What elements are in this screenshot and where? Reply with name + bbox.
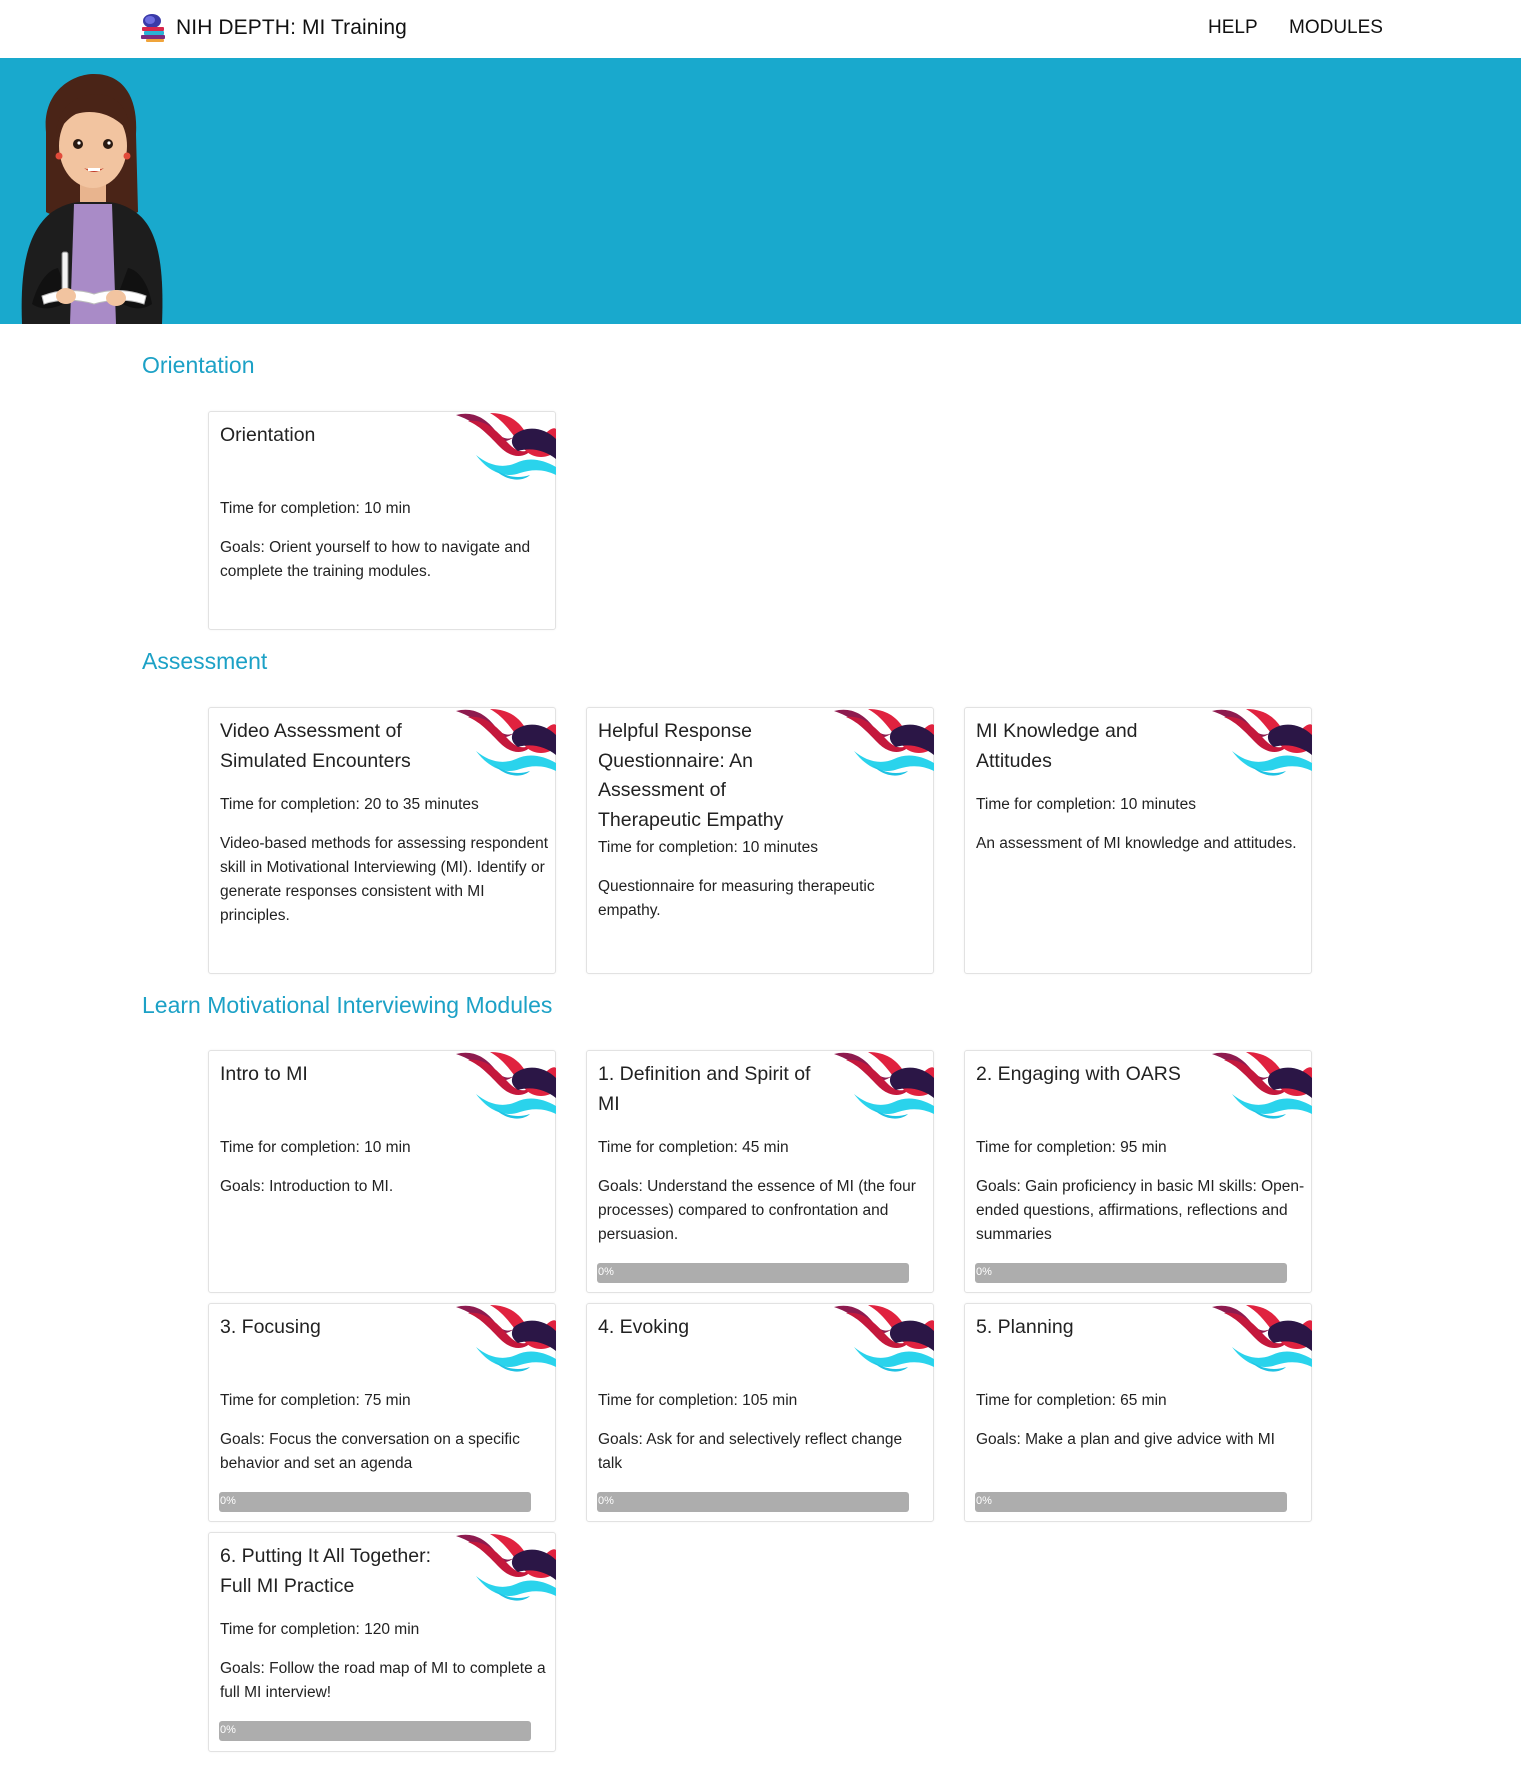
card-title: 2. Engaging with OARS — [976, 1063, 1181, 1085]
module-card-definition-spirit[interactable]: 1. Definition and Spirit of MI Time for … — [586, 1050, 934, 1293]
card-time: Time for completion: 10 minutes — [976, 796, 1196, 813]
card-time: Time for completion: 75 min — [220, 1392, 411, 1409]
brand-link[interactable]: NIH DEPTH: MI Training — [138, 12, 407, 44]
card-goals: Goals: Ask for and selectively reflect c… — [598, 1431, 903, 1472]
module-wave-icon — [1210, 1050, 1312, 1120]
top-navbar: NIH DEPTH: MI Training HELP MODULES — [0, 0, 1521, 58]
module-wave-icon — [832, 1050, 934, 1120]
instructor-avatar — [21, 74, 163, 324]
card-goals: Questionnaire for measuring therapeutic … — [598, 878, 875, 919]
module-card-video-assessment[interactable]: Video Assessment of Simulated Encounters… — [208, 707, 556, 974]
section-title-orientation: Orientation — [142, 352, 255, 378]
module-wave-icon — [832, 707, 934, 777]
card-time: Time for completion: 10 min — [220, 1139, 411, 1156]
card-time: Time for completion: 65 min — [976, 1392, 1167, 1409]
card-title: 4. Evoking — [598, 1316, 690, 1338]
module-wave-icon — [454, 1303, 556, 1373]
card-goals: An assessment of MI knowledge and attitu… — [976, 835, 1297, 852]
progress-bar: 0% — [597, 1492, 909, 1512]
module-card-evoking[interactable]: 4. Evoking Time for completion: 105 min … — [586, 1303, 934, 1522]
module-wave-icon — [1210, 707, 1312, 777]
hero-banner — [0, 58, 1521, 324]
brain-books-icon — [141, 14, 165, 42]
progress-bar: 0% — [975, 1263, 1287, 1283]
card-goals: Goals: Understand the essence of MI (the… — [598, 1178, 916, 1243]
module-card-focusing[interactable]: 3. Focusing Time for completion: 75 min … — [208, 1303, 556, 1522]
card-goals: Goals: Orient yourself to how to navigat… — [220, 539, 531, 580]
progress-label: 0% — [220, 1724, 236, 1736]
progress-label: 0% — [220, 1495, 236, 1507]
module-card-orientation[interactable]: Orientation Time for completion: 10 min … — [208, 411, 556, 630]
progress-bar: 0% — [219, 1721, 531, 1741]
card-goals: Goals: Follow the road map of MI to comp… — [220, 1660, 546, 1701]
module-card-helpful-response[interactable]: Helpful Response Questionnaire: An Asses… — [586, 707, 934, 974]
section-title-learn-modules: Learn Motivational Interviewing Modules — [142, 992, 553, 1018]
section-title-assessment: Assessment — [142, 648, 268, 674]
card-goals: Goals: Make a plan and give advice with … — [976, 1431, 1275, 1448]
module-card-putting-together[interactable]: 6. Putting It All Together: Full MI Prac… — [208, 1532, 556, 1752]
progress-bar: 0% — [975, 1492, 1287, 1512]
progress-label: 0% — [598, 1266, 614, 1278]
progress-label: 0% — [598, 1495, 614, 1507]
progress-label: 0% — [976, 1495, 992, 1507]
card-time: Time for completion: 10 min — [220, 500, 411, 517]
module-wave-icon — [454, 707, 556, 777]
card-title: 3. Focusing — [220, 1316, 321, 1338]
module-wave-icon — [454, 1050, 556, 1120]
card-title: 6. Putting It All Together: Full MI Prac… — [220, 1545, 432, 1597]
card-time: Time for completion: 20 to 35 minutes — [220, 796, 479, 813]
card-title: Orientation — [220, 424, 316, 446]
card-time: Time for completion: 95 min — [976, 1139, 1167, 1156]
card-title: Helpful Response Questionnaire: An Asses… — [598, 720, 784, 831]
card-title: Video Assessment of Simulated Encounters — [220, 720, 411, 772]
brand-title: NIH DEPTH: MI Training — [176, 16, 407, 39]
module-card-engaging-oars[interactable]: 2. Engaging with OARS Time for completio… — [964, 1050, 1312, 1293]
card-goals: Video-based methods for assessing respon… — [220, 835, 549, 924]
module-card-mi-knowledge[interactable]: MI Knowledge and Attitudes Time for comp… — [964, 707, 1312, 974]
card-time: Time for completion: 105 min — [598, 1392, 798, 1409]
module-wave-icon — [454, 411, 556, 481]
card-time: Time for completion: 45 min — [598, 1139, 789, 1156]
module-wave-icon — [1210, 1303, 1312, 1373]
module-card-intro-to-mi[interactable]: Intro to MI Time for completion: 10 min … — [208, 1050, 556, 1293]
module-wave-icon — [454, 1532, 556, 1602]
progress-bar: 0% — [219, 1492, 531, 1512]
module-card-planning[interactable]: 5. Planning Time for completion: 65 min … — [964, 1303, 1312, 1522]
card-goals: Goals: Gain proficiency in basic MI skil… — [976, 1178, 1305, 1243]
card-goals: Goals: Introduction to MI. — [220, 1178, 394, 1195]
card-title: MI Knowledge and Attitudes — [976, 720, 1138, 772]
card-title: 5. Planning — [976, 1316, 1074, 1338]
card-title: Intro to MI — [220, 1063, 308, 1085]
module-wave-icon — [832, 1303, 934, 1373]
card-goals: Goals: Focus the conversation on a speci… — [220, 1431, 520, 1472]
progress-bar: 0% — [597, 1263, 909, 1283]
card-time: Time for completion: 120 min — [220, 1621, 420, 1638]
card-time: Time for completion: 10 minutes — [598, 839, 818, 856]
card-title: 1. Definition and Spirit of MI — [598, 1063, 811, 1115]
nav-help-link[interactable]: HELP — [1208, 17, 1258, 39]
progress-label: 0% — [976, 1266, 992, 1278]
nav-modules-link[interactable]: MODULES — [1289, 17, 1383, 39]
